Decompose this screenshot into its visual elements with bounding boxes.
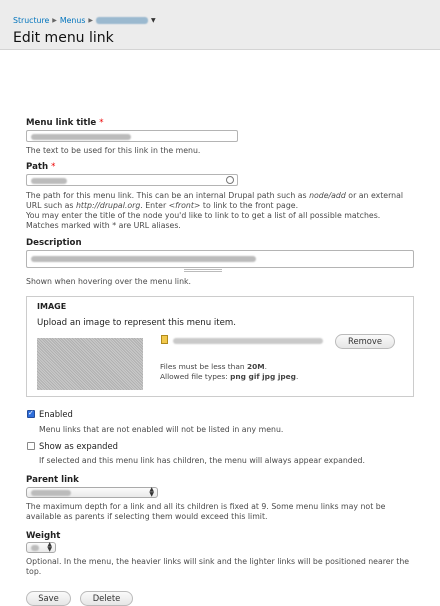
description-label: Description — [26, 238, 82, 248]
parent-link-description: The maximum depth for a link and all its… — [26, 502, 386, 521]
enabled-description: Menu links that are not enabled will not… — [39, 425, 284, 434]
triangle-right-icon: ▶ — [52, 16, 57, 24]
breadcrumb-structure[interactable]: Structure — [13, 16, 49, 25]
remove-image-button[interactable]: Remove — [335, 334, 395, 349]
parent-link-select[interactable]: ▲ ▼ — [26, 487, 158, 498]
select-arrows-icon: ▲ ▼ — [149, 486, 154, 498]
show-expanded-description: If selected and this menu link has child… — [39, 456, 365, 465]
enabled-checkbox[interactable] — [27, 409, 35, 418]
delete-button[interactable]: Delete — [80, 591, 133, 606]
image-help: Upload an image to represent this menu i… — [37, 318, 237, 328]
textarea-resize-grip[interactable] — [184, 269, 222, 272]
path-description: The path for this menu link. This can be… — [26, 191, 404, 230]
image-types-note: Allowed file types: png gif jpg jpeg. — [160, 372, 299, 381]
uploaded-file-name[interactable] — [173, 338, 323, 344]
image-legend: IMAGE — [37, 302, 67, 311]
path-label: Path * — [26, 162, 56, 172]
enabled-label[interactable]: Enabled — [39, 409, 73, 419]
image-preview — [37, 338, 143, 390]
triangle-right-icon: ▶ — [88, 16, 94, 24]
breadcrumb-current-menu[interactable] — [96, 16, 149, 24]
menu-link-title-description: The text to be used for this link in the… — [26, 146, 201, 155]
path-input[interactable] — [26, 174, 238, 186]
select-arrows-icon: ▲ ▼ — [47, 541, 52, 553]
show-expanded-label[interactable]: Show as expanded — [39, 441, 118, 451]
page-header: Structure ▶ Menus ▶ ▼ Edit menu link — [0, 0, 440, 50]
breadcrumb-menus[interactable]: Menus — [60, 16, 85, 25]
menu-link-title-input[interactable] — [26, 130, 238, 142]
save-button[interactable]: Save — [26, 591, 71, 606]
parent-link-label: Parent link — [26, 475, 79, 485]
autocomplete-throbber-icon — [226, 176, 234, 184]
caret-down-icon[interactable]: ▼ — [151, 17, 156, 24]
weight-description: Optional. In the menu, the heavier links… — [26, 557, 410, 576]
page-title: Edit menu link — [13, 30, 114, 46]
description-help: Shown when hovering over the menu link. — [26, 277, 192, 286]
show-expanded-checkbox[interactable] — [27, 442, 35, 450]
breadcrumb: Structure ▶ Menus ▶ ▼ — [13, 14, 426, 26]
image-size-note: Files must be less than 20M. — [160, 362, 267, 371]
menu-link-title-label: Menu link title * — [26, 118, 104, 128]
description-textarea[interactable] — [26, 250, 414, 268]
weight-select[interactable]: ▲ ▼ — [26, 542, 56, 553]
image-fieldset: IMAGE Upload an image to represent this … — [26, 296, 414, 397]
file-image-icon — [161, 335, 168, 344]
weight-label: Weight — [26, 531, 61, 541]
